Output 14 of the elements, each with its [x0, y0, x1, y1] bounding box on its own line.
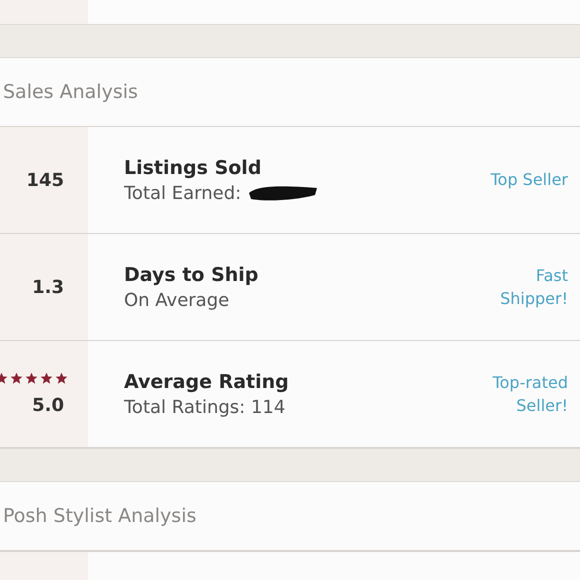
stat-subtitle: Total Earned:	[124, 182, 242, 204]
badge-link[interactable]: Top-rated Seller!	[478, 370, 580, 418]
stat-value: 5.0	[32, 395, 64, 416]
stat-title: Average Rating	[124, 370, 290, 392]
section-title: Posh Stylist Analysis	[3, 505, 196, 527]
stat-title: Listings Sold	[124, 156, 262, 178]
badge-link[interactable]: Fast Shipper!	[478, 264, 580, 310]
section-title: Sales Analysis	[3, 81, 138, 103]
stat-subtitle: On Average	[124, 290, 230, 310]
stat-value: 145	[26, 170, 64, 190]
stat-value: 1.3	[32, 276, 64, 298]
stat-title: Days to Ship	[124, 264, 260, 286]
stat-subtitle: Total Ratings: 114	[124, 396, 286, 418]
badge-link[interactable]: Top Seller	[478, 168, 580, 192]
